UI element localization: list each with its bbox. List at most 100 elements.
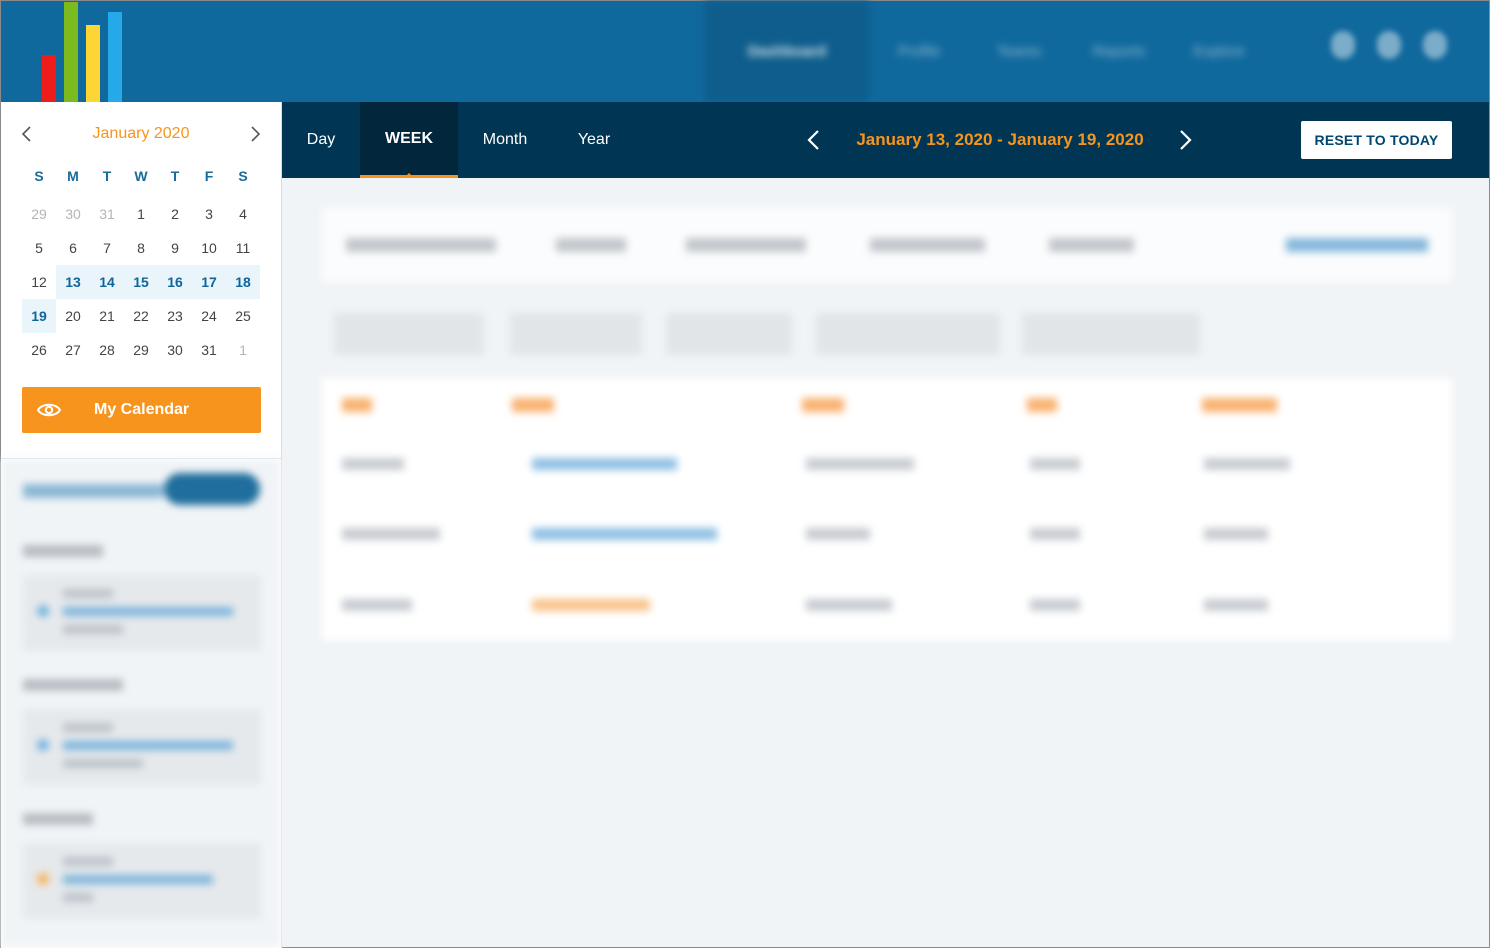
calendar-day[interactable]: 2	[158, 197, 192, 231]
nav-item-0[interactable]: Dashboard	[705, 1, 869, 102]
next-month-button[interactable]	[245, 122, 265, 146]
calendar-day[interactable]: 3	[192, 197, 226, 231]
calendar-day[interactable]: 29	[22, 197, 56, 231]
blurred-line	[63, 607, 233, 616]
blurred-cell	[342, 599, 412, 611]
logo-bar-green	[64, 2, 78, 102]
calendar-day[interactable]: 24	[192, 299, 226, 333]
blurred-placeholder	[686, 238, 806, 252]
blurred-main-content	[282, 178, 1489, 948]
blurred-cell	[532, 458, 677, 470]
calendar-day-selected[interactable]: 15	[124, 265, 158, 299]
calendar-day[interactable]: 10	[192, 231, 226, 265]
calendar-day[interactable]: 25	[226, 299, 260, 333]
blurred-event-card[interactable]	[23, 575, 261, 651]
blurred-header	[1202, 398, 1277, 412]
calendar-day[interactable]: 21	[90, 299, 124, 333]
top-navigation: Dashboard Profile Teams Reports Explore	[705, 1, 1269, 102]
calendar-week-row: 19 20 21 22 23 24 25	[22, 299, 260, 333]
calendar-day-selected[interactable]: 18	[226, 265, 260, 299]
app-logo[interactable]	[41, 1, 123, 102]
blurred-chip[interactable]	[666, 313, 792, 355]
calendar-day[interactable]: 22	[124, 299, 158, 333]
user-icon[interactable]	[1377, 31, 1401, 59]
calendar-day[interactable]: 26	[22, 333, 56, 367]
blurred-chip[interactable]	[1022, 313, 1200, 355]
prev-week-button[interactable]	[803, 128, 825, 152]
blurred-cell	[342, 528, 440, 540]
weekday-label: T	[102, 168, 112, 184]
blurred-chip[interactable]	[510, 313, 642, 355]
blurred-header	[802, 398, 844, 412]
chevron-right-icon	[251, 126, 261, 142]
mini-calendar-month: January 2020	[92, 125, 190, 142]
weekday-label: F	[204, 168, 214, 184]
tab-month[interactable]: Month	[458, 102, 552, 178]
calendar-day[interactable]: 29	[124, 333, 158, 367]
tab-day[interactable]: Day	[282, 102, 360, 178]
calendar-day[interactable]: 23	[158, 299, 192, 333]
reset-to-today-button[interactable]: RESET TO TODAY	[1301, 121, 1452, 159]
calendar-week-row: 5 6 7 8 9 10 11	[22, 231, 260, 265]
blurred-line	[63, 875, 213, 884]
blurred-chip[interactable]	[334, 313, 484, 355]
blurred-line	[63, 759, 143, 768]
calendar-day[interactable]: 12	[22, 265, 56, 299]
next-week-button[interactable]	[1174, 128, 1196, 152]
calendar-day[interactable]: 4	[226, 197, 260, 231]
nav-item-3[interactable]: Reports	[1069, 1, 1169, 102]
blurred-dot	[37, 873, 49, 885]
calendar-day[interactable]: 1	[226, 333, 260, 367]
notification-icon[interactable]	[1423, 31, 1447, 59]
blurred-placeholder	[556, 238, 626, 252]
calendar-day[interactable]: 1	[124, 197, 158, 231]
blurred-line	[63, 893, 93, 902]
blurred-event-card[interactable]	[23, 843, 261, 919]
blurred-cell	[806, 599, 892, 611]
tab-year[interactable]: Year	[552, 102, 636, 178]
weekday-label: T	[170, 168, 180, 184]
calendar-day[interactable]: 11	[226, 231, 260, 265]
my-calendar-button[interactable]: My Calendar	[22, 387, 261, 433]
calendar-day[interactable]: 20	[56, 299, 90, 333]
calendar-day[interactable]: 30	[158, 333, 192, 367]
calendar-day-selected[interactable]: 17	[192, 265, 226, 299]
calendar-day[interactable]: 27	[56, 333, 90, 367]
calendar-day[interactable]: 7	[90, 231, 124, 265]
calendar-day[interactable]: 6	[56, 231, 90, 265]
calendar-day[interactable]: 8	[124, 231, 158, 265]
logo-bar-red	[42, 55, 56, 102]
logo-bar-blue	[108, 12, 122, 102]
blurred-cell	[1204, 528, 1268, 540]
header-icons	[1331, 31, 1447, 59]
calendar-day[interactable]: 31	[192, 333, 226, 367]
date-range-label: January 13, 2020 - January 19, 2020	[856, 130, 1144, 149]
calendar-day[interactable]: 5	[22, 231, 56, 265]
calendar-day[interactable]: 30	[56, 197, 90, 231]
weekday-label: S	[34, 168, 44, 184]
sidebar: January 2020 S M T W T F S 29 30 31 1 2 …	[1, 102, 282, 948]
nav-item-4[interactable]: Explore	[1169, 1, 1269, 102]
calendar-day[interactable]: 31	[90, 197, 124, 231]
calendar-day-selected[interactable]: 13	[56, 265, 90, 299]
blurred-section-title	[23, 813, 93, 825]
blurred-event-card[interactable]	[23, 709, 261, 785]
nav-item-2[interactable]: Teams	[969, 1, 1069, 102]
calendar-view-bar: Day WEEK Month Year January 13, 2020 - J…	[282, 102, 1489, 178]
calendar-day-selected[interactable]: 14	[90, 265, 124, 299]
weekday-label: M	[67, 168, 79, 184]
blurred-chip[interactable]	[816, 313, 1000, 355]
calendar-day[interactable]: 9	[158, 231, 192, 265]
calendar-day-selected[interactable]: 19	[22, 299, 56, 333]
blurred-header	[512, 398, 554, 412]
calendar-day-selected[interactable]: 16	[158, 265, 192, 299]
search-icon[interactable]	[1331, 31, 1355, 59]
calendar-week-row-selected: 12 13 14 15 16 17 18	[22, 265, 260, 299]
nav-item-1[interactable]: Profile	[869, 1, 969, 102]
calendar-day[interactable]: 28	[90, 333, 124, 367]
prev-month-button[interactable]	[17, 122, 37, 146]
blurred-filter-button[interactable]	[164, 473, 260, 505]
tab-week[interactable]: WEEK	[360, 102, 458, 178]
blurred-line	[63, 625, 123, 634]
blurred-placeholder	[1286, 238, 1428, 252]
